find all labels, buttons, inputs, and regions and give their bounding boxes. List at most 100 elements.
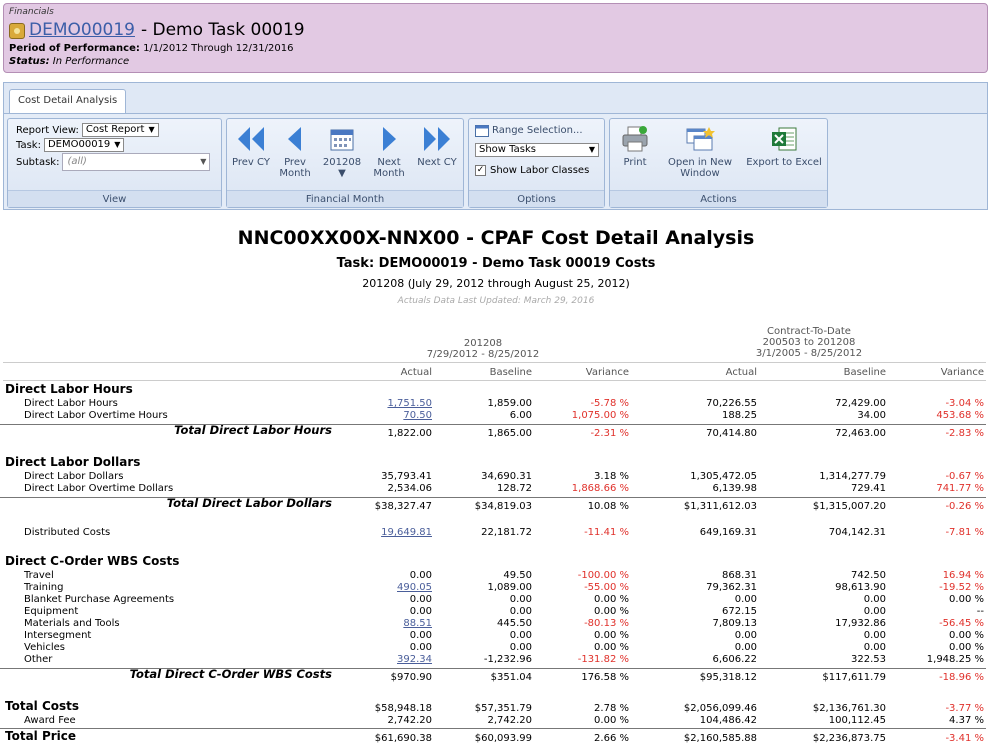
prev-cy-button[interactable]: Prev CY (231, 125, 271, 168)
show-tasks-select[interactable]: Show Tasks ▼ (475, 143, 599, 157)
row-veh-label: Vehicles (24, 642, 65, 653)
row-tdld-col4: $1,311,612.03 (683, 501, 757, 512)
row-dlod-col4: 6,139.98 (712, 483, 757, 494)
task-header: Financials DEMO00019 - Demo Task 00019 P… (3, 3, 988, 73)
row-tdlh-col6: -2.83 % (945, 428, 984, 439)
row-dlh-col2: 1,859.00 (487, 398, 532, 409)
row-mat-col3: -80.13 % (584, 618, 629, 629)
row-fee-col3: 0.00 % (594, 715, 629, 726)
export-excel-button[interactable]: Export to Excel (742, 125, 826, 168)
options-group: Range Selection... Show Tasks ▼ ✓ Show La… (468, 118, 605, 208)
section-direct-labor-hours: Direct Labor Hours (5, 382, 133, 396)
row-other-col3: -131.82 % (577, 654, 629, 665)
row-dloh-label: Direct Labor Overtime Hours (24, 410, 168, 421)
section-direct-corder-wbs: Direct C-Order WBS Costs (5, 554, 180, 568)
col-period-baseline: Baseline (489, 367, 532, 378)
right-arrow-icon (383, 127, 396, 151)
row-other-col2: -1,232.96 (483, 654, 532, 665)
month-picker-button[interactable]: 201208 ▼ (321, 125, 363, 179)
row-equip-col1: 0.00 (409, 606, 432, 617)
row-mat-col4: 7,809.13 (712, 618, 757, 629)
col-period-actual: Actual (400, 367, 432, 378)
row-equip-col6: -- (976, 606, 984, 617)
row-training-col2: 1,089.00 (487, 582, 532, 593)
row-mat-actual-link[interactable]: 88.51 (403, 618, 432, 629)
print-button[interactable]: Print (616, 125, 654, 168)
double-left-arrow-icon (238, 127, 264, 151)
status: Status: In Performance (9, 56, 130, 67)
row-tcosts-col3: 2.78 % (594, 703, 629, 714)
next-cy-button[interactable]: Next CY (415, 125, 459, 168)
row-dist-actual-link[interactable]: 19,649.81 (381, 527, 432, 538)
row-interseg-col3: 0.00 % (594, 630, 629, 641)
section-total-price: Total Price (5, 729, 77, 743)
calendar-icon (330, 129, 354, 151)
row-tprice-col3: 2.66 % (594, 733, 629, 744)
show-labor-classes-checkbox[interactable]: ✓ (475, 165, 486, 176)
row-other-col6: 1,948.25 % (926, 654, 984, 665)
row-tcorder-col4: $95,318.12 (699, 672, 757, 683)
row-dloh-col4: 188.25 (722, 410, 757, 421)
actions-caption: Actions (610, 190, 827, 207)
row-training-col4: 79,362.31 (706, 582, 757, 593)
row-mat-col6: -56.45 % (939, 618, 984, 629)
row-equip-label: Equipment (24, 606, 79, 617)
row-training-col3: -55.00 % (584, 582, 629, 593)
row-mat-label: Materials and Tools (24, 618, 120, 629)
row-dloh-col6: 453.68 % (936, 410, 984, 421)
left-arrow-icon (288, 127, 301, 151)
row-travel-col1: 0.00 (409, 570, 432, 581)
row-bpa-label: Blanket Purchase Agreements (24, 594, 175, 605)
row-veh-col5: 0.00 (863, 642, 886, 653)
row-bpa-col3: 0.00 % (594, 594, 629, 605)
actions-group: Print Open in New Window Export to Excel … (609, 118, 828, 208)
chevron-down-icon: ▼ (338, 168, 346, 179)
row-tprice-col5: $2,236,873.75 (812, 733, 886, 744)
row-training-actual-link[interactable]: 490.05 (397, 582, 432, 593)
row-dld-col1: 35,793.41 (381, 471, 432, 482)
row-mat-col5: 17,932.86 (835, 618, 886, 629)
breadcrumb-category: Financials (9, 7, 54, 17)
printer-icon (622, 126, 648, 152)
row-tprice-col6: -3.41 % (945, 733, 984, 744)
report-title: NNC00XX00X-NNX00 - CPAF Cost Detail Anal… (237, 227, 755, 249)
report-view-select[interactable]: Cost Report ▼ (81, 123, 159, 137)
row-tdlh-col1: 1,822.00 (387, 428, 432, 439)
next-month-button[interactable]: Next Month (369, 125, 409, 179)
row-dloh-actual-link[interactable]: 70.50 (403, 410, 432, 421)
row-interseg-col1: 0.00 (409, 630, 432, 641)
section-direct-labor-dollars: Direct Labor Dollars (5, 455, 141, 469)
report-subtitle: Task: DEMO00019 - Demo Task 00019 Costs (336, 256, 656, 271)
row-dlh-actual-link[interactable]: 1,751.50 (387, 398, 432, 409)
chevron-down-icon: ▼ (114, 140, 121, 149)
subtask-combobox[interactable]: (all) ▼ (62, 153, 211, 171)
task-select[interactable]: DEMO00019 ▼ (43, 138, 125, 152)
row-dlod-col3: 1,868.66 % (571, 483, 629, 494)
period-header: 201208 7/29/2012 - 8/25/2012 (426, 338, 540, 360)
row-other-col5: 322.53 (851, 654, 886, 665)
row-dloh-col2: 6.00 (509, 410, 532, 421)
row-veh-col2: 0.00 (509, 642, 532, 653)
row-dist-col1: 19,649.81 (332, 527, 432, 539)
row-tprice-col1: $61,690.38 (374, 733, 432, 744)
row-veh-col3: 0.00 % (594, 642, 629, 653)
row-tcorder-col1: $970.90 (390, 672, 432, 683)
ribbon-toolbar: Cost Detail Analysis Report View: Cost R… (3, 82, 988, 210)
row-other-col1: 392.34 (332, 654, 432, 666)
row-other-actual-link[interactable]: 392.34 (397, 654, 432, 665)
task-link[interactable]: DEMO00019 (29, 20, 135, 40)
row-tprice-divider (0, 728, 986, 729)
open-new-window-button[interactable]: Open in New Window (664, 125, 736, 179)
row-equip-col2: 0.00 (509, 606, 532, 617)
prev-month-button[interactable]: Prev Month (275, 125, 315, 179)
row-training-col5: 98,613.90 (835, 582, 886, 593)
row-tprice-col4: $2,160,585.88 (683, 733, 757, 744)
contract-to-date-header: Contract-To-Date 200503 to 201208 3/1/20… (755, 326, 863, 359)
row-travel-col5: 742.50 (851, 570, 886, 581)
task-name: - Demo Task 00019 (140, 20, 305, 40)
row-tcorder-label: Total Direct C-Order WBS Costs (129, 667, 332, 681)
range-selection-button[interactable]: Range Selection... (475, 124, 583, 137)
row-interseg-col2: 0.00 (509, 630, 532, 641)
tab-cost-detail-analysis[interactable]: Cost Detail Analysis (9, 89, 127, 113)
subtask-row: Subtask: (all) ▼ (16, 153, 211, 171)
